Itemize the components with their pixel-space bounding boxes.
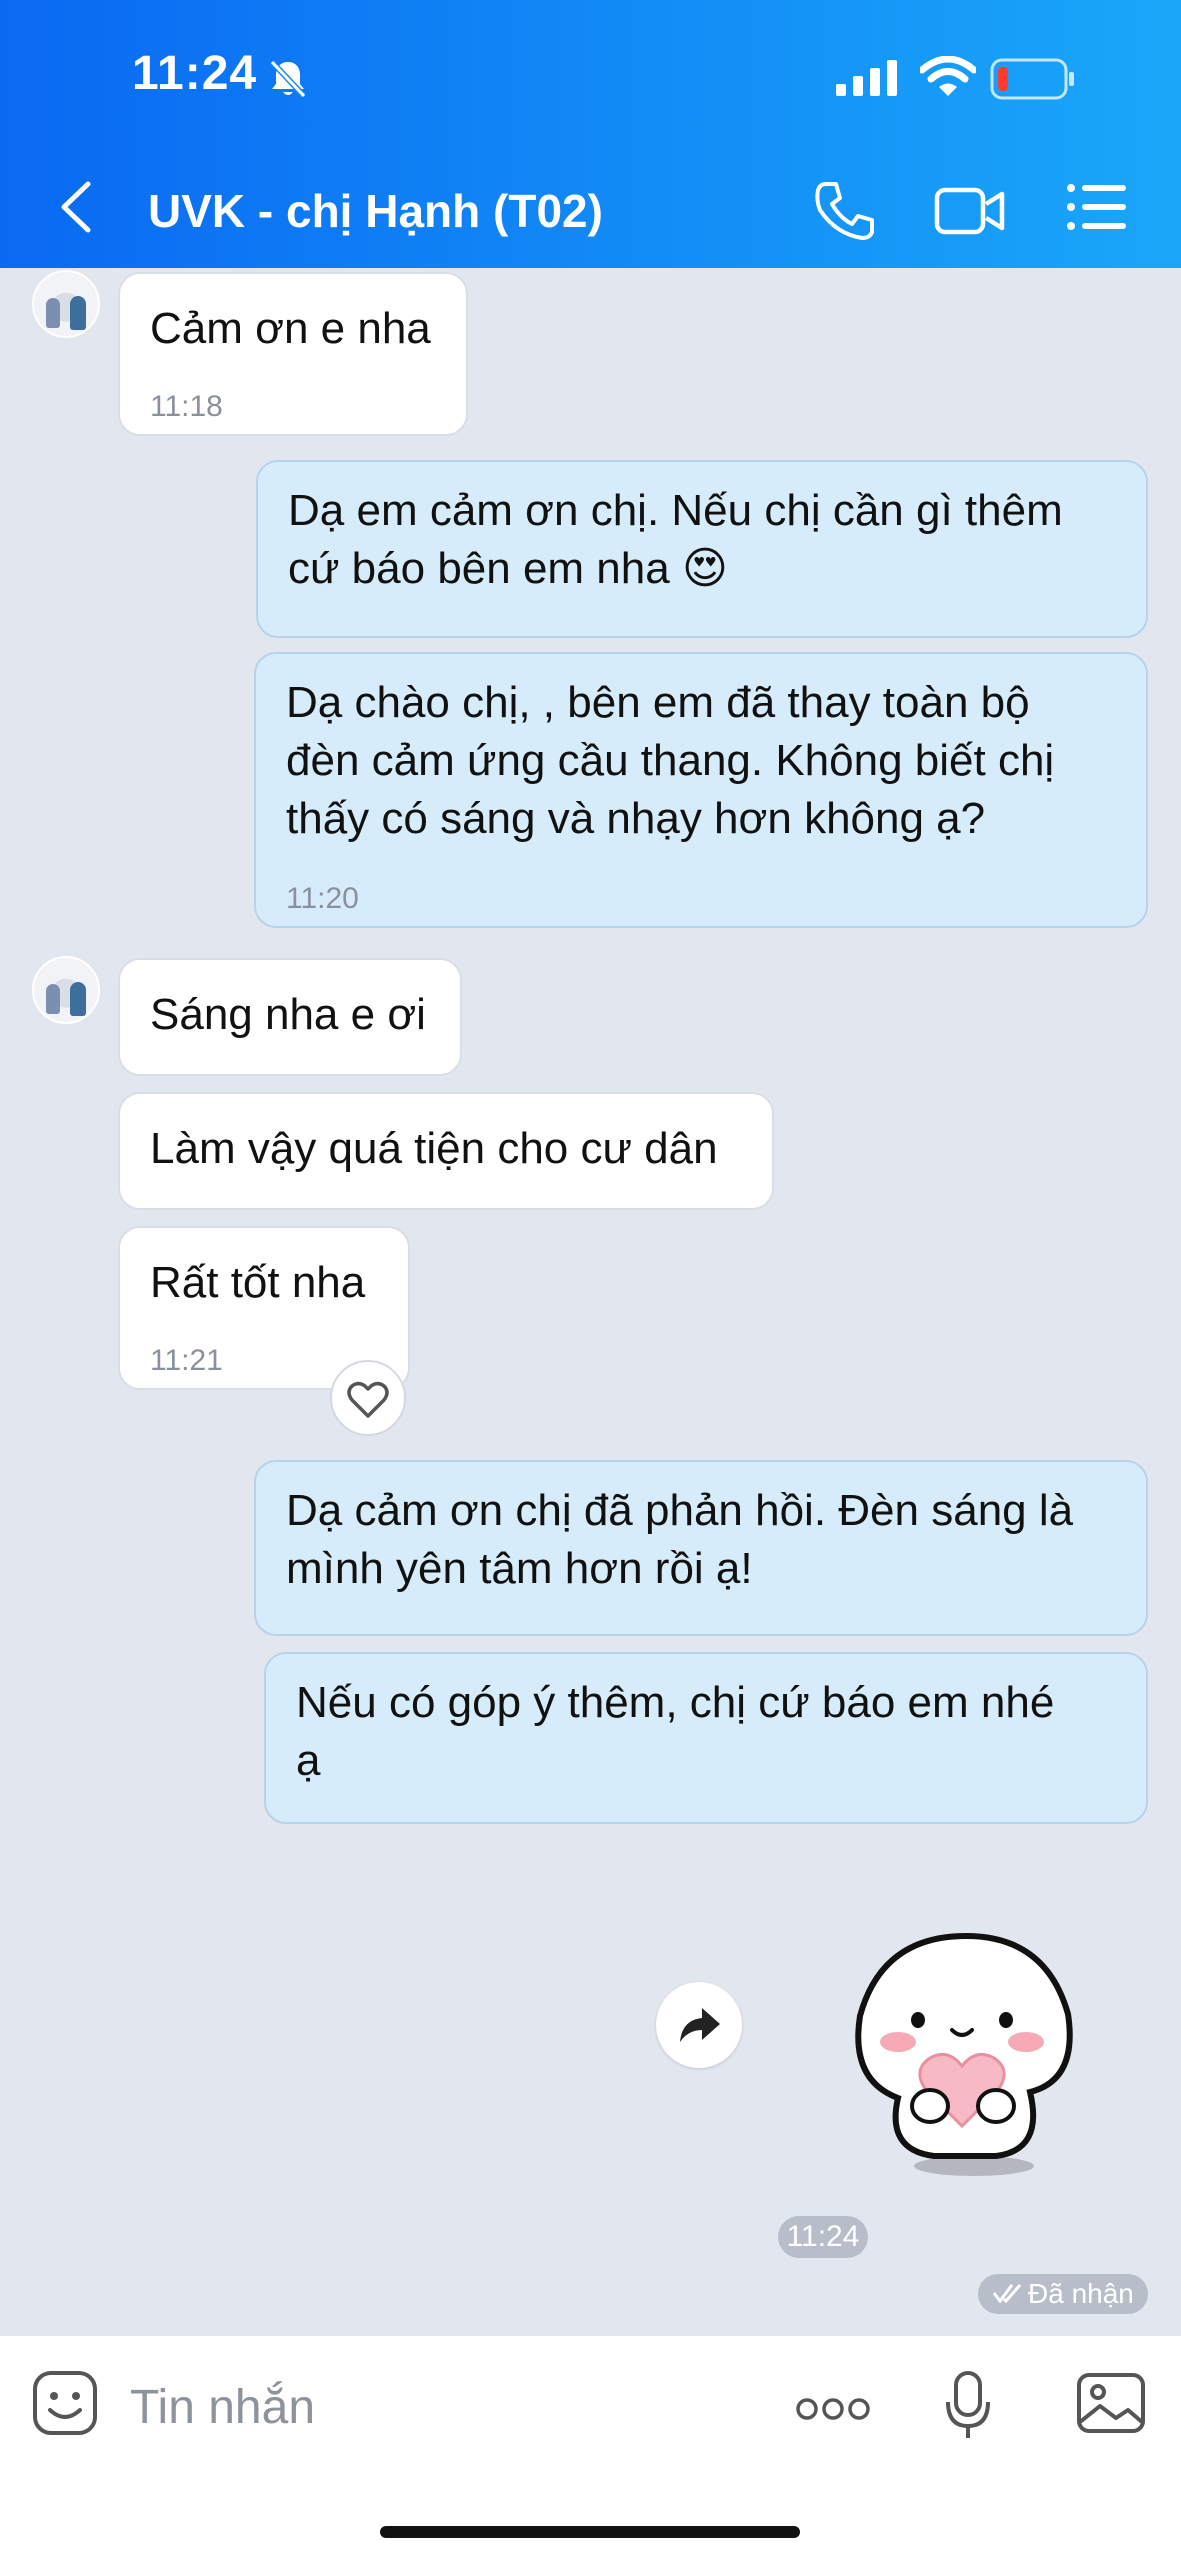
- message-input-bar: Tin nhắn: [0, 2336, 1181, 2560]
- contact-avatar[interactable]: [32, 956, 100, 1024]
- contact-avatar[interactable]: [32, 270, 100, 338]
- message-text: Nếu có góp ý thêm, chị cứ báo em nhé ạ: [296, 1678, 1055, 1785]
- battery-low-icon: [990, 58, 1074, 100]
- message-bubble[interactable]: Dạ cảm ơn chị đã phản hồi. Đèn sáng là m…: [254, 1460, 1148, 1636]
- message-text: Làm vậy quá tiện cho cư dân: [150, 1124, 718, 1173]
- message-bubble[interactable]: Nếu có góp ý thêm, chị cứ báo em nhé ạ: [264, 1652, 1148, 1824]
- home-indicator[interactable]: [380, 2526, 800, 2538]
- menu-list-icon[interactable]: [1066, 182, 1128, 232]
- microphone-icon[interactable]: [944, 2370, 992, 2442]
- forward-button[interactable]: [656, 1982, 742, 2068]
- double-check-icon: [992, 2284, 1022, 2304]
- wifi-icon: [920, 56, 976, 96]
- delivery-status-text: Đã nhận: [1028, 2278, 1134, 2309]
- message-time: 11:21: [150, 1344, 223, 1377]
- cellular-signal-icon: [836, 60, 897, 96]
- message-time: 11:18: [150, 390, 223, 423]
- status-time: 11:24: [132, 47, 258, 100]
- message-bubble[interactable]: Dạ chào chị, , bên em đã thay toàn bộ đè…: [254, 652, 1148, 928]
- message-text: Rất tốt nha: [150, 1258, 366, 1307]
- more-options-icon[interactable]: [796, 2396, 870, 2422]
- forward-arrow-icon: [680, 2008, 720, 2042]
- message-bubble[interactable]: Làm vậy quá tiện cho cư dân: [118, 1092, 774, 1210]
- message-bubble[interactable]: Sáng nha e ơi: [118, 958, 462, 1076]
- delivery-status-badge: Đã nhận: [978, 2274, 1148, 2314]
- message-time: 11:20: [286, 882, 359, 915]
- message-bubble[interactable]: Dạ em cảm ơn chị. Nếu chị cần gì thêm cứ…: [256, 460, 1148, 638]
- back-arrow-icon[interactable]: [58, 180, 94, 234]
- message-input[interactable]: Tin nhắn: [130, 2380, 315, 2435]
- chat-title[interactable]: UVK - chị Hạnh (T02): [148, 184, 603, 238]
- video-call-icon[interactable]: [934, 184, 1006, 238]
- emoji-sticker-icon[interactable]: [32, 2370, 98, 2436]
- chat-header: 11:24 UVK - chị Hạnh (T02): [0, 0, 1181, 268]
- bell-muted-icon: [269, 59, 307, 99]
- message-text: Dạ cảm ơn chị đã phản hồi. Đèn sáng là m…: [286, 1486, 1074, 1593]
- sticker-image[interactable]: [846, 1930, 1086, 2180]
- sticker-time: 11:24: [778, 2216, 868, 2258]
- message-text: Cảm ơn e nha: [150, 304, 431, 353]
- heart-icon: [347, 1381, 389, 1418]
- react-heart-button[interactable]: [330, 1360, 406, 1436]
- message-text: Dạ chào chị, , bên em đã thay toàn bộ đè…: [286, 678, 1055, 843]
- image-gallery-icon[interactable]: [1076, 2372, 1146, 2434]
- message-text: Dạ em cảm ơn chị. Nếu chị cần gì thêm cứ…: [288, 486, 1063, 593]
- phone-call-icon[interactable]: [812, 180, 876, 242]
- message-bubble[interactable]: Cảm ơn e nha 11:18: [118, 272, 468, 436]
- message-text: Sáng nha e ơi: [150, 990, 426, 1039]
